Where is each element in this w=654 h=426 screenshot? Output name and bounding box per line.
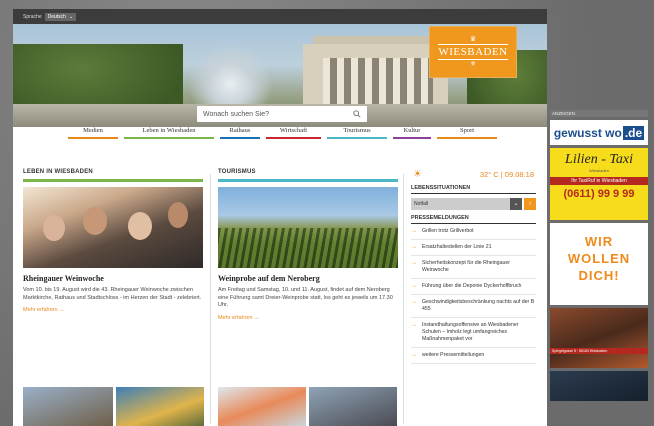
article-card-tourismus: TOURISMUS Weinprobe auf dem Neroberg Am … xyxy=(218,169,398,321)
weather-text: 32° C | 09.08.18 xyxy=(479,170,534,179)
nav-color-bar xyxy=(266,137,321,139)
crown-icon: ♛ xyxy=(469,35,477,43)
article-card-leben: LEBEN IN WIESBADEN Rheingauer Weinwoche … xyxy=(23,169,203,313)
web-page: Sprache Deutsch ⌄ Wonach suchen Sie? ♛ W… xyxy=(13,9,547,426)
ad-gewusstwo[interactable]: gewusst wo .de xyxy=(550,120,648,145)
nav-item[interactable]: Rathaus xyxy=(220,126,260,142)
ad-address: Spiegelgasse 5 · 65183 Wiesbaden xyxy=(550,348,648,354)
section-header: LEBEN IN WIESBADEN xyxy=(23,169,203,182)
search-placeholder: Wonach suchen Sie? xyxy=(203,110,270,118)
section-header: TOURISMUS xyxy=(218,169,398,182)
lebenslagen-title: LEBENSSITUATIONEN xyxy=(411,185,536,194)
article-text: Am Freitag und Samstag, 10. und 11. Augu… xyxy=(218,287,393,308)
press-item[interactable]: → Grillen trotz Grillverbot xyxy=(411,224,536,240)
article-thumbnail[interactable] xyxy=(23,387,113,426)
sun-icon: ☀ xyxy=(413,169,422,180)
nav-item[interactable]: Sport xyxy=(437,126,497,142)
ad-photo[interactable] xyxy=(550,371,648,401)
nav-color-bar xyxy=(220,137,260,139)
sidebar: ☀ 32° C | 09.08.18 LEBENSSITUATIONEN Not… xyxy=(411,169,536,364)
hero-image: Wonach suchen Sie? ♛ WIESBADEN ⚜ xyxy=(13,24,547,127)
ad-wir-wollen-dich[interactable]: WIR WOLLEN DICH! xyxy=(550,223,648,305)
arrow-right-icon: → xyxy=(254,314,260,321)
search-input[interactable]: Wonach suchen Sie? xyxy=(197,106,367,122)
arrow-right-icon: → xyxy=(411,352,417,358)
arrow-right-icon: → xyxy=(411,283,417,289)
hero-fountain xyxy=(188,42,273,112)
top-bar: Sprache Deutsch ⌄ xyxy=(13,9,547,24)
article-image-neroberg[interactable] xyxy=(218,187,398,268)
nav-color-bar xyxy=(124,137,214,139)
lebenslagen-select[interactable]: Notfall ⌄ › xyxy=(411,198,536,210)
weather-widget: ☀ 32° C | 09.08.18 xyxy=(411,169,536,180)
arrow-right-icon: → xyxy=(411,322,417,328)
nav-item[interactable]: Medien xyxy=(68,126,118,142)
press-title: PRESSEMELDUNGEN xyxy=(411,215,536,224)
taxi-phone: (0611) 99 9 99 xyxy=(563,188,635,200)
nav-item[interactable]: Kultur xyxy=(393,126,431,142)
press-item[interactable]: → Ersatzhaltestellen der Linie 21 xyxy=(411,240,536,256)
press-item[interactable]: → weitere Pressemitteilungen xyxy=(411,348,536,364)
press-item[interactable]: → Geschwindigkeitsbeschränkung nachts auf… xyxy=(411,295,536,318)
press-item[interactable]: → Instandhaltungsoffensive an Wiesbadener… xyxy=(411,318,536,348)
nav-color-bar xyxy=(437,137,497,139)
ad-column: ANZEIGEN gewusst wo .de Lilien - Taxi Wie… xyxy=(550,110,648,401)
arrow-right-icon: → xyxy=(59,307,65,313)
taxi-brand: Lilien - Taxi xyxy=(565,152,633,167)
search-icon[interactable] xyxy=(353,110,361,118)
lilies-icon: ⚜ xyxy=(469,60,477,68)
logo-name: WIESBADEN xyxy=(438,44,508,60)
arrow-right-icon: → xyxy=(411,228,417,234)
nav-item[interactable]: Leben in Wiesbaden xyxy=(124,126,214,142)
select-value: Notfall xyxy=(411,198,510,210)
article-text: Vom 10. bis 19. August wird die 43. Rhei… xyxy=(23,287,202,301)
nav-color-bar xyxy=(68,137,118,139)
article-title[interactable]: Weinprobe auf dem Neroberg xyxy=(218,274,398,283)
ad-lilien-taxi[interactable]: Lilien - Taxi Wiesbaden Ihr TaxiRuf in W… xyxy=(550,148,648,220)
nav-item[interactable]: Wirtschaft xyxy=(266,126,321,142)
nav-color-bar xyxy=(327,137,387,139)
language-label: Sprache xyxy=(23,13,42,20)
arrow-right-icon: → xyxy=(411,260,417,266)
hero-columns xyxy=(323,58,433,108)
read-more-link[interactable]: Mehr erfahren → xyxy=(218,315,398,321)
arrow-right-icon: → xyxy=(411,244,417,250)
article-thumbnail[interactable] xyxy=(309,387,397,426)
nav-item[interactable]: Tourismus xyxy=(327,126,387,142)
language-select[interactable]: Deutsch ⌄ xyxy=(44,12,77,21)
language-value: Deutsch xyxy=(47,13,66,20)
read-more-link[interactable]: Mehr erfahren → xyxy=(23,307,203,313)
chevron-down-icon: ⌄ xyxy=(68,13,74,20)
article-thumbnail[interactable] xyxy=(116,387,204,426)
press-list: → Grillen trotz Grillverbot → Ersatzhaltest… xyxy=(411,224,536,364)
taxi-sub: Wiesbaden xyxy=(588,168,609,173)
main-nav: Medien Leben in Wiesbaden Rathaus Wirtschaf… xyxy=(68,126,503,142)
nav-color-bar xyxy=(393,137,431,139)
go-button[interactable]: › xyxy=(524,198,536,210)
ads-label: ANZEIGEN xyxy=(550,110,648,117)
press-item[interactable]: → Sicherheitskonzept für die Rheingauer W… xyxy=(411,256,536,279)
article-image-weinwoche[interactable] xyxy=(23,187,203,268)
taxi-slogan: Ihr TaxiRuf in Wiesbaden xyxy=(550,177,648,185)
column-divider xyxy=(210,174,211,424)
press-item[interactable]: → Führung über die Deponie Dyckerhoffbruc… xyxy=(411,279,536,295)
article-title[interactable]: Rheingauer Weinwoche xyxy=(23,274,203,283)
chevron-down-icon[interactable]: ⌄ xyxy=(510,198,522,210)
arrow-right-icon: → xyxy=(411,299,417,305)
article-thumbnail[interactable] xyxy=(218,387,306,426)
column-divider xyxy=(403,174,404,424)
ad-bar-photo[interactable]: Spiegelgasse 5 · 65183 Wiesbaden xyxy=(550,308,648,368)
wiesbaden-logo[interactable]: ♛ WIESBADEN ⚜ xyxy=(429,26,517,78)
